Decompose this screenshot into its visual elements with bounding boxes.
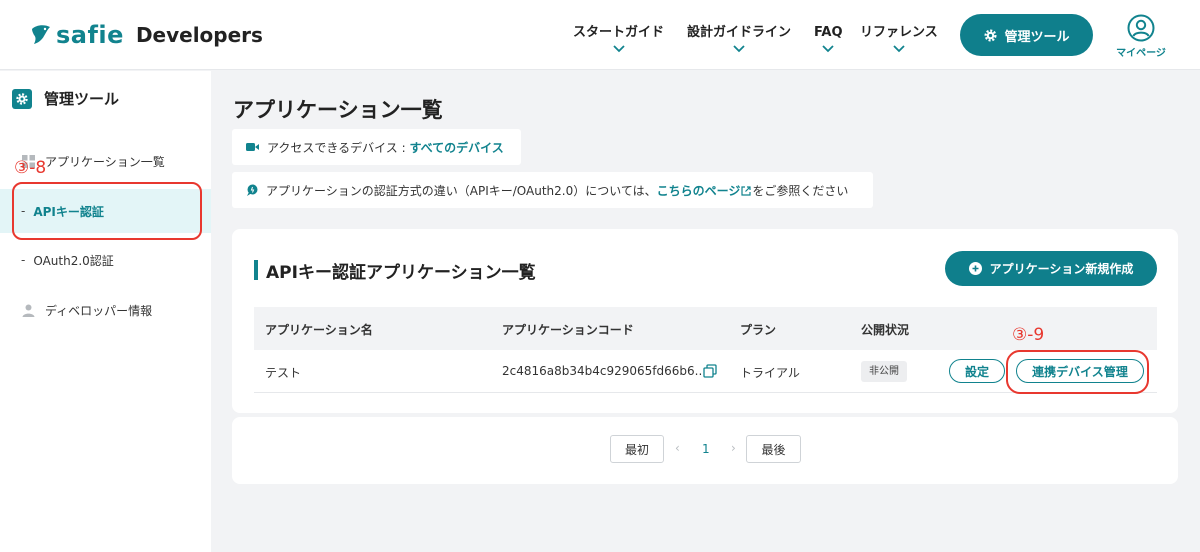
chevron-down-icon — [893, 45, 905, 53]
card-title: APIキー認証アプリケーション一覧 — [254, 259, 536, 283]
sidebar-item-prefix: - — [21, 253, 26, 267]
logo-brand-text: safie — [56, 21, 124, 49]
nav-faq-label: FAQ — [814, 25, 843, 40]
prev-page-chevron-icon[interactable]: ‹ — [675, 441, 680, 455]
copy-icon[interactable] — [703, 364, 717, 378]
annotation-label: ③-8 — [14, 158, 47, 178]
app-code-cell: 2c4816a8b34b4c929065fd66b6... — [502, 364, 707, 378]
plus-circle-icon — [968, 262, 982, 275]
sidebar-item-developer-info[interactable]: ディベロッパー情報 — [0, 288, 211, 332]
annotation-highlight — [1006, 350, 1149, 394]
sidebar-item-label: OAuth2.0認証 — [33, 253, 114, 268]
annotation-highlight — [12, 182, 202, 240]
column-header-plan: プラン — [740, 323, 777, 337]
device-access-text: アクセスできるデバイス : すべてのデバイス — [267, 139, 504, 156]
create-app-button[interactable]: アプリケーション新規作成 — [945, 251, 1157, 286]
device-access-label: アクセスできるデバイス : — [267, 140, 410, 155]
external-link-icon — [741, 185, 752, 196]
status-badge: 非公開 — [861, 361, 907, 382]
app-name-cell: テスト — [265, 366, 302, 380]
column-header-app-name: アプリケーション名 — [265, 323, 373, 337]
auth-method-info: アプリケーションの認証方式の違い（APIキー/OAuth2.0）については、こち… — [232, 172, 873, 208]
auth-method-text: アプリケーションの認証方式の違い（APIキー/OAuth2.0）については、こち… — [266, 182, 848, 199]
nav-start-guide-label: スタートガイド — [573, 25, 665, 40]
annotation-label: ③-9 — [1012, 325, 1045, 345]
auth-method-text-before: アプリケーションの認証方式の違い（APIキー/OAuth2.0）については、 — [266, 183, 657, 198]
nav-start-guide[interactable]: スタートガイド — [573, 24, 664, 53]
last-page-button[interactable]: 最後 — [746, 435, 801, 463]
create-app-button-label: アプリケーション新規作成 — [989, 262, 1134, 276]
chevron-down-icon — [612, 45, 625, 53]
column-header-app-code: アプリケーションコード — [502, 323, 634, 337]
page-title: アプリケーション一覧 — [233, 98, 443, 122]
reference-page-link[interactable]: こちらのページ — [657, 184, 741, 198]
logo-product-text: Developers — [135, 23, 263, 47]
all-devices-link[interactable]: すべてのデバイス — [409, 141, 503, 155]
sidebar-title: 管理ツール — [12, 88, 119, 109]
title-accent-bar — [254, 260, 258, 280]
first-page-button[interactable]: 最初 — [610, 435, 664, 463]
card-title-text: APIキー認証アプリケーション一覧 — [266, 262, 536, 283]
sidebar-item-label: アプリケーション一覧 — [45, 154, 165, 169]
person-icon — [22, 304, 35, 317]
chevron-down-icon — [733, 45, 745, 53]
page-number-current[interactable]: 1 — [702, 442, 710, 456]
bird-logo-icon — [32, 25, 50, 44]
sidebar-title-text: 管理ツール — [44, 90, 120, 108]
sidebar: 管理ツール アプリケーション一覧 - APIキー認証 - OAuth2.0認証 … — [0, 71, 211, 552]
safie-logo[interactable]: safie Developers — [30, 20, 263, 50]
pagination: 最初 ‹ 1 › 最後 — [232, 417, 1178, 484]
nav-faq[interactable]: FAQ — [814, 24, 843, 53]
admin-tool-button[interactable]: 管理ツール — [960, 14, 1093, 56]
chevron-down-icon — [822, 45, 834, 53]
gear-icon — [12, 88, 32, 109]
column-header-status: 公開状況 — [861, 323, 910, 337]
device-access-info: アクセスできるデバイス : すべてのデバイス — [232, 129, 521, 165]
sidebar-item-label: ディベロッパー情報 — [45, 303, 153, 318]
video-camera-icon — [246, 143, 259, 151]
sidebar-item-oauth-auth[interactable]: - OAuth2.0認証 — [0, 238, 211, 282]
plan-cell: トライアル — [740, 366, 800, 380]
gear-icon — [984, 29, 997, 41]
chat-bubble-icon — [247, 184, 258, 196]
user-circle-icon — [1127, 14, 1155, 42]
next-page-chevron-icon[interactable]: › — [731, 441, 736, 455]
auth-method-text-after: をご参照ください — [752, 183, 849, 198]
nav-reference[interactable]: リファレンス — [860, 24, 938, 53]
mypage-link[interactable]: マイページ — [1112, 14, 1170, 59]
top-header: safie Developers スタートガイド 設計ガイドライン FAQ リフ… — [0, 0, 1200, 70]
settings-button[interactable]: 設定 — [949, 359, 1005, 383]
mypage-label: マイページ — [1116, 48, 1166, 59]
nav-reference-label: リファレンス — [860, 25, 938, 40]
nav-design-guideline[interactable]: 設計ガイドライン — [687, 24, 791, 53]
admin-tool-button-label: 管理ツール — [1004, 28, 1070, 44]
nav-design-guideline-label: 設計ガイドライン — [687, 25, 792, 40]
